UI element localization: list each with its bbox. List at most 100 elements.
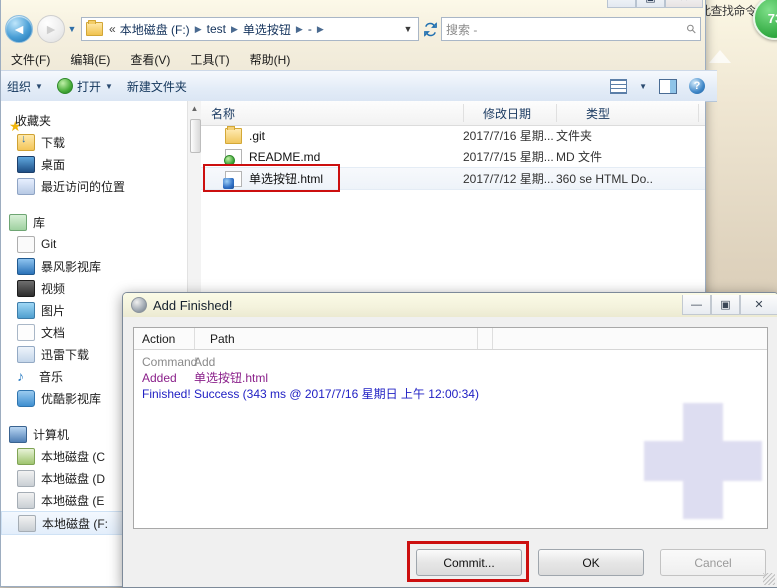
breadcrumb-item-folder[interactable]: 单选按钮 <box>241 21 293 38</box>
sidebar-item-downloads[interactable]: 下载 <box>1 131 187 153</box>
log-column-divider[interactable] <box>492 328 493 349</box>
sidebar-item-label: 音乐 <box>39 369 64 384</box>
column-header-type[interactable]: 类型 <box>576 105 705 122</box>
column-header-name[interactable]: 名称 <box>201 105 473 122</box>
sidebar-item-label: 桌面 <box>41 157 66 172</box>
help-icon[interactable]: ? <box>689 78 705 94</box>
search-icon: ⚲ <box>683 20 700 38</box>
table-row[interactable]: .git 2017/7/16 星期... 文件夹 <box>201 125 705 146</box>
sidebar-item-libraries[interactable]: 库 <box>1 211 187 233</box>
log-column-path[interactable]: Path <box>202 332 767 346</box>
open-button[interactable]: 打开 ▼ <box>56 78 113 95</box>
minimize-button[interactable]: — <box>607 0 636 8</box>
refresh-icon <box>423 21 437 37</box>
pictures-icon <box>17 301 35 319</box>
sidebar-item-label: 计算机 <box>33 427 70 442</box>
chevron-down-icon: ▼ <box>35 81 43 91</box>
sidebar-item-label: 最近访问的位置 <box>41 179 126 194</box>
file-list-header: 名称 修改日期 类型 <box>201 101 705 126</box>
address-dropdown-icon[interactable]: ▼ <box>400 24 416 34</box>
column-divider[interactable] <box>463 104 464 122</box>
menu-view[interactable]: 查看(V) <box>130 51 170 68</box>
column-header-date[interactable]: 修改日期 <box>473 105 576 122</box>
tortoise-svn-icon <box>131 297 147 313</box>
sidebar-item-label: 优酷影视库 <box>41 391 102 406</box>
sidebar-item-desktop[interactable]: 桌面 <box>1 153 187 175</box>
dialog-maximize-button[interactable]: ▣ <box>711 295 740 315</box>
organize-button[interactable]: 组织 ▼ <box>7 78 43 95</box>
address-bar[interactable]: « 本地磁盘 (F:) ▶ test ▶ 单选按钮 ▶ - ▶ ▼ <box>81 17 419 41</box>
file-name-cell: 单选按钮.html <box>201 170 463 189</box>
log-header: Action Path <box>134 328 767 350</box>
sidebar-item-label: 暴风影视库 <box>41 259 102 274</box>
log-column-divider[interactable] <box>477 328 478 349</box>
sidebar-item-baofeng[interactable]: 暴风影视库 <box>1 255 187 277</box>
dialog-button-row: Commit... OK Cancel <box>407 541 766 582</box>
breadcrumb-item-drive[interactable]: 本地磁盘 (F:) <box>118 21 192 38</box>
log-column-divider[interactable] <box>194 328 195 349</box>
log-column-action[interactable]: Action <box>134 332 202 346</box>
sidebar-item-git[interactable]: Git <box>1 233 187 255</box>
documents-icon <box>17 323 35 341</box>
breadcrumb-separator-icon: ▶ <box>230 23 238 34</box>
scroll-up-icon[interactable]: ▲ <box>188 101 201 116</box>
new-folder-button[interactable]: 新建文件夹 <box>127 78 187 95</box>
explorer-menu-bar: 文件(F) 编辑(E) 查看(V) 工具(T) 帮助(H) <box>1 48 715 70</box>
log-action: Command <box>142 355 198 369</box>
chevron-down-icon[interactable]: ▼ <box>639 82 647 91</box>
column-divider[interactable] <box>556 104 557 122</box>
forward-button[interactable]: ► <box>37 15 65 43</box>
menu-file[interactable]: 文件(F) <box>11 51 50 68</box>
cancel-button[interactable]: Cancel <box>660 549 766 576</box>
thunder-icon <box>17 345 35 363</box>
menu-edit[interactable]: 编辑(E) <box>70 51 110 68</box>
scrollbar-thumb[interactable] <box>190 119 201 153</box>
search-input[interactable]: 搜索 - ⚲ <box>441 17 701 41</box>
sidebar-item-favorites[interactable]: ★ 收藏夹 <box>1 109 187 134</box>
log-path: Success (343 ms @ 2017/7/16 星期日 上午 12:00… <box>194 387 479 401</box>
explorer-navigation-row: ◄ ► ▼ « 本地磁盘 (F:) ▶ test ▶ 单选按钮 ▶ - ▶ ▼ … <box>1 12 705 46</box>
sidebar-item-recent-places[interactable]: 最近访问的位置 <box>1 175 187 197</box>
log-path: 单选按钮.html <box>194 371 269 385</box>
dialog-title-bar[interactable]: Add Finished! — ▣ ✕ <box>123 293 777 317</box>
sidebar-item-label: 本地磁盘 (C <box>41 449 105 464</box>
breadcrumb-item-last[interactable]: - <box>306 22 314 36</box>
log-row[interactable]: Added 单选按钮.html <box>134 370 767 386</box>
commit-button[interactable]: Commit... <box>416 549 522 576</box>
ok-label: OK <box>582 555 600 570</box>
file-name-cell: .git <box>201 125 463 144</box>
dialog-body: Action Path Command Add Added 单选按钮.html … <box>123 317 777 587</box>
ok-button[interactable]: OK <box>538 549 644 576</box>
preview-pane-icon[interactable] <box>659 78 677 94</box>
sidebar-item-label: 库 <box>33 215 46 230</box>
maximize-button[interactable]: ▣ <box>636 0 665 8</box>
table-row[interactable]: README.md 2017/7/15 星期... MD 文件 <box>201 146 705 167</box>
organize-label: 组织 <box>7 79 32 94</box>
back-button[interactable]: ◄ <box>5 15 33 43</box>
sidebar-item-label: 本地磁盘 (E <box>41 493 105 508</box>
resize-grip[interactable] <box>763 573 775 585</box>
log-row[interactable]: Finished! Success (343 ms @ 2017/7/16 星期… <box>134 386 767 402</box>
dialog-close-button[interactable]: ✕ <box>740 295 777 315</box>
browser-icon <box>56 78 73 94</box>
refresh-button[interactable] <box>419 18 441 40</box>
sidebar-item-label: 迅雷下载 <box>41 347 90 362</box>
menu-tools[interactable]: 工具(T) <box>190 51 229 68</box>
library-icon <box>9 213 27 231</box>
log-action: Finished! <box>142 387 191 401</box>
commit-button-wrapper: Commit... <box>407 541 529 582</box>
column-divider[interactable] <box>698 104 699 122</box>
dialog-minimize-button[interactable]: — <box>682 295 711 315</box>
menu-help[interactable]: 帮助(H) <box>250 51 291 68</box>
close-button[interactable]: ✕ <box>665 0 703 8</box>
log-row[interactable]: Command Add <box>134 354 767 370</box>
file-name: 单选按钮.html <box>249 172 324 186</box>
breadcrumb-overflow[interactable]: « <box>107 22 118 36</box>
desktop-icon <box>17 155 35 173</box>
computer-icon <box>9 425 27 443</box>
views-icon[interactable] <box>610 78 628 94</box>
breadcrumb-item-test[interactable]: test <box>205 22 228 36</box>
table-row[interactable]: 单选按钮.html 2017/7/12 星期... 360 se HTML Do… <box>201 164 705 192</box>
history-dropdown-icon[interactable]: ▼ <box>65 24 79 34</box>
dialog-footer: Commit... OK Cancel <box>123 541 777 587</box>
